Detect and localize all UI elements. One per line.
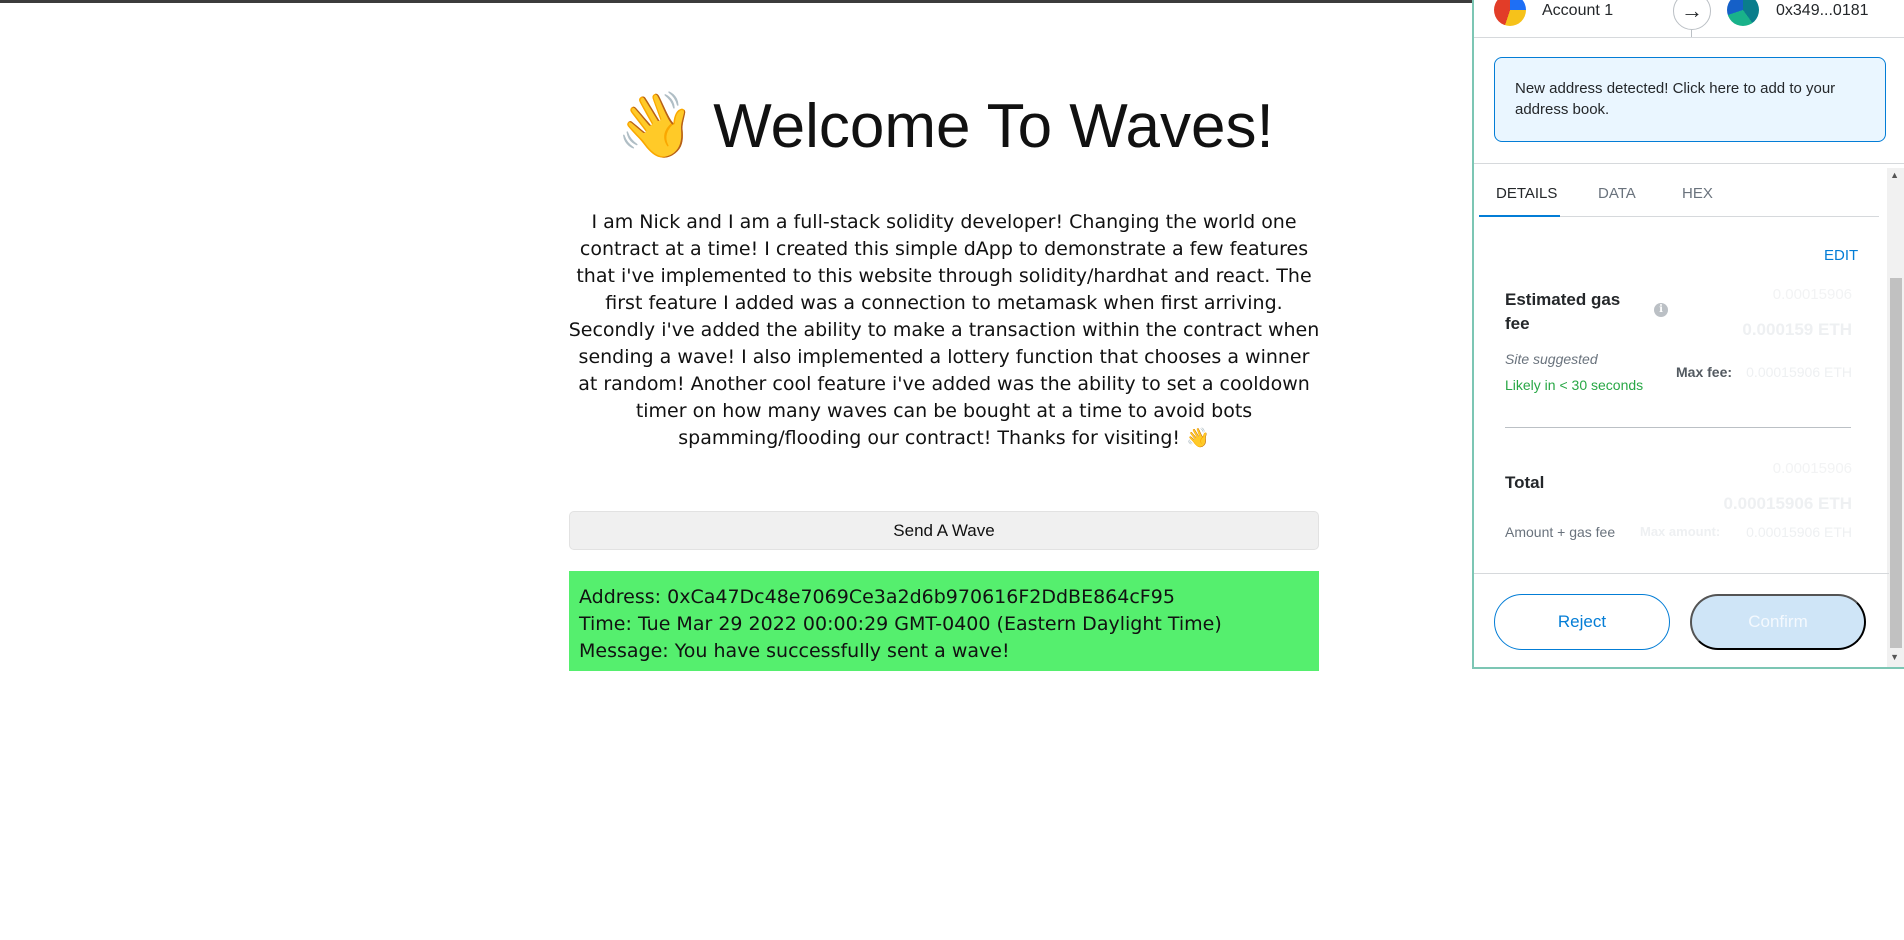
send-wave-button[interactable]: Send A Wave bbox=[569, 511, 1319, 550]
arrow-right-icon: → bbox=[1673, 0, 1711, 30]
site-suggested-text: Site suggested bbox=[1505, 351, 1598, 367]
scroll-down-icon[interactable]: ▼ bbox=[1890, 652, 1899, 662]
gas-fee-secondary: 0.00015906 bbox=[1772, 286, 1852, 303]
gas-fee-primary: 0.000159 ETH bbox=[1742, 320, 1852, 339]
amount-plus-gas-label: Amount + gas fee bbox=[1505, 524, 1616, 540]
max-amount-label: Max amount: bbox=[1640, 524, 1721, 539]
edit-gas-link[interactable]: EDIT bbox=[1824, 247, 1858, 264]
total-primary: 0.00015906 ETH bbox=[1723, 494, 1852, 513]
max-fee-value: 0.00015906 ETH bbox=[1746, 364, 1852, 380]
description-text: I am Nick and I am a full-stack solidity… bbox=[568, 211, 1320, 449]
wave-card: Address: 0xCa47Dc48e7069Ce3a2d6b970616F2… bbox=[569, 571, 1319, 671]
wave-message: Message: You have successfully sent a wa… bbox=[579, 640, 1010, 662]
divider bbox=[1474, 573, 1889, 574]
tx-tabs: DETAILS DATA HEX bbox=[1479, 174, 1879, 217]
scroll-up-icon[interactable]: ▲ bbox=[1890, 170, 1899, 180]
recipient-address[interactable]: 0x349...0181 bbox=[1776, 2, 1869, 20]
waving-hand-icon: 👋 bbox=[616, 89, 696, 161]
max-amount-value: 0.00015906 ETH bbox=[1746, 524, 1852, 540]
wave-time: Time: Tue Mar 29 2022 00:00:29 GMT-0400 … bbox=[579, 613, 1222, 635]
recipient-avatar bbox=[1727, 0, 1759, 26]
total-label: Total bbox=[1505, 473, 1545, 492]
likely-time-text: Likely in < 30 seconds bbox=[1505, 377, 1644, 393]
max-fee-label: Max fee: bbox=[1676, 364, 1733, 380]
tab-hex[interactable]: HEX bbox=[1682, 185, 1713, 202]
active-tab-indicator bbox=[1479, 215, 1560, 217]
reject-button[interactable]: Reject bbox=[1494, 594, 1670, 650]
account-header: Account 1 → 0x349...0181 bbox=[1474, 0, 1904, 38]
estimated-gas-label: Estimated gas fee bbox=[1505, 290, 1621, 333]
tab-details-label: DETAILS bbox=[1496, 185, 1558, 202]
from-account-name[interactable]: Account 1 bbox=[1542, 2, 1613, 20]
divider bbox=[1505, 427, 1851, 428]
new-address-notice[interactable]: New address detected! Click here to add … bbox=[1494, 57, 1886, 142]
confirm-button[interactable]: Confirm bbox=[1690, 594, 1866, 650]
metamask-popup: Account 1 → 0x349...0181 New address det… bbox=[1472, 0, 1904, 669]
total-secondary: 0.00015906 bbox=[1772, 460, 1852, 477]
info-icon[interactable]: i bbox=[1654, 303, 1668, 317]
tab-details[interactable]: DETAILS bbox=[1496, 185, 1557, 202]
scrollbar-thumb[interactable] bbox=[1890, 278, 1902, 648]
account-avatar bbox=[1494, 0, 1526, 26]
divider bbox=[1474, 163, 1904, 164]
page-title-text: Welcome To Waves! bbox=[713, 92, 1274, 161]
tab-data[interactable]: DATA bbox=[1598, 185, 1636, 202]
wave-address: Address: 0xCa47Dc48e7069Ce3a2d6b970616F2… bbox=[579, 586, 1175, 608]
dapp-page: 👋 Welcome To Waves! I am Nick and I am a… bbox=[0, 0, 1475, 940]
